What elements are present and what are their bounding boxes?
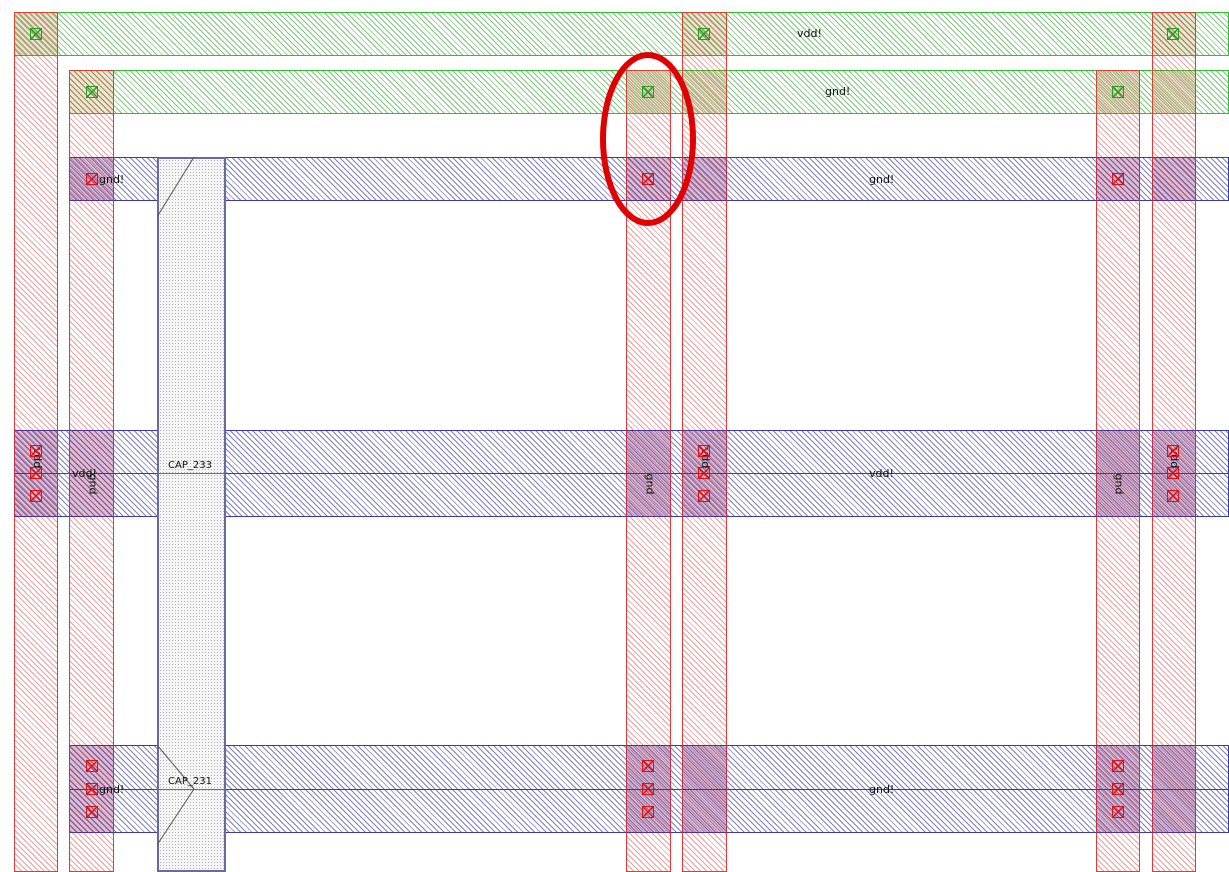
cap-label-bottom: CAP_231 bbox=[168, 776, 212, 787]
via-cross-icon[interactable] bbox=[1167, 28, 1179, 40]
net-label-gnd-vertical: gnd bbox=[1112, 473, 1126, 495]
via-cross-icon[interactable] bbox=[642, 806, 654, 818]
via-cross-icon[interactable] bbox=[86, 783, 98, 795]
via-cross-icon[interactable] bbox=[30, 467, 42, 479]
overlap-zone bbox=[682, 745, 727, 833]
via-cross-icon[interactable] bbox=[1112, 760, 1124, 772]
net-label-gnd-vertical: gnd bbox=[643, 473, 657, 495]
via-cross-icon[interactable] bbox=[1167, 445, 1179, 457]
via-cross-icon[interactable] bbox=[642, 783, 654, 795]
capacitor-orientation-marks bbox=[157, 157, 195, 846]
net-label-vdd: vdd! bbox=[797, 27, 822, 40]
overlap-zone bbox=[1152, 70, 1196, 114]
via-cross-icon[interactable] bbox=[642, 760, 654, 772]
via-cross-icon[interactable] bbox=[1112, 173, 1124, 185]
highlight-ellipse-icon bbox=[600, 52, 696, 226]
via-cross-icon[interactable] bbox=[698, 490, 710, 502]
via-cross-icon[interactable] bbox=[1112, 806, 1124, 818]
net-label-gnd: gnd! bbox=[99, 783, 125, 796]
via-cross-icon[interactable] bbox=[698, 467, 710, 479]
via-cross-icon[interactable] bbox=[1112, 783, 1124, 795]
via-cross-icon[interactable] bbox=[698, 445, 710, 457]
overlap-zone bbox=[1152, 157, 1196, 201]
via-cross-icon[interactable] bbox=[1112, 86, 1124, 98]
net-label-gnd: gnd! bbox=[869, 173, 895, 186]
net-label-gnd: gnd! bbox=[825, 85, 851, 98]
via-cross-icon[interactable] bbox=[30, 445, 42, 457]
net-label-gnd-vertical: gnd bbox=[86, 473, 100, 495]
via-cross-icon[interactable] bbox=[1167, 490, 1179, 502]
overlap-zone bbox=[1152, 745, 1196, 833]
via-cross-icon[interactable] bbox=[30, 28, 42, 40]
via-cross-icon[interactable] bbox=[86, 86, 98, 98]
net-label-vdd: vdd! bbox=[869, 467, 894, 480]
net-label-gnd: gnd! bbox=[99, 173, 125, 186]
via-cross-icon[interactable] bbox=[1167, 467, 1179, 479]
via-cross-icon[interactable] bbox=[30, 490, 42, 502]
via-cross-icon[interactable] bbox=[86, 760, 98, 772]
cap-label-top: CAP_233 bbox=[168, 460, 212, 471]
via-cross-icon[interactable] bbox=[698, 28, 710, 40]
via-cross-icon[interactable] bbox=[86, 173, 98, 185]
via-cross-icon[interactable] bbox=[86, 806, 98, 818]
net-label-gnd: gnd! bbox=[869, 783, 895, 796]
